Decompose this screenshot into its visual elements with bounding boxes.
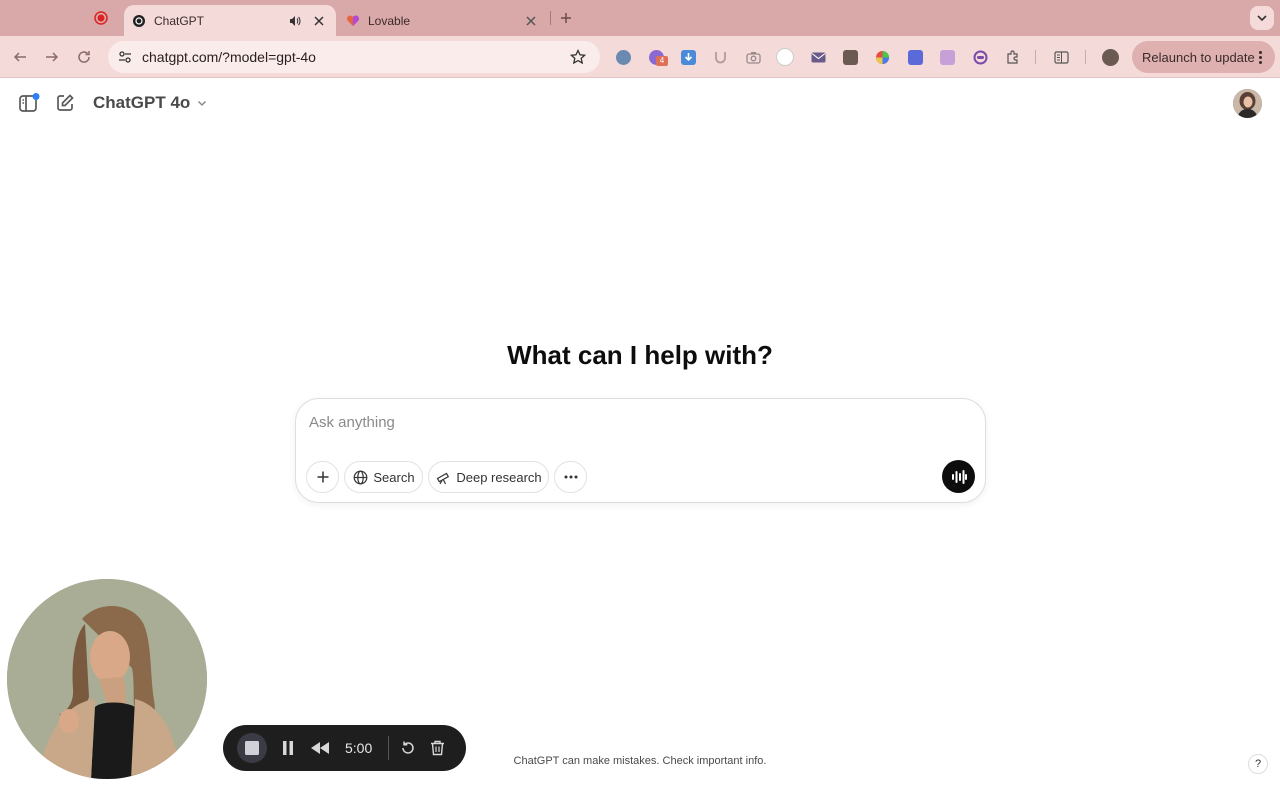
more-horizontal-icon [563, 469, 579, 485]
waveform-icon [951, 469, 967, 484]
image-icon[interactable] [937, 47, 957, 67]
recording-icon[interactable] [92, 9, 110, 27]
toolbar-divider [1035, 50, 1036, 64]
tab-divider [550, 11, 551, 25]
extension-badge: 4 [656, 56, 668, 66]
search-label: Search [373, 469, 415, 485]
tab-title: Lovable [368, 13, 411, 28]
voice-mode-button[interactable] [942, 460, 975, 493]
telescope-icon [435, 469, 451, 485]
tab-chatgpt[interactable]: ChatGPT [124, 5, 336, 36]
password-icon[interactable] [613, 47, 633, 67]
bookmark-star-icon[interactable] [570, 49, 586, 65]
new-tab-icon[interactable] [557, 9, 575, 27]
prompt-input[interactable] [309, 411, 929, 433]
model-label: ChatGPT 4o [93, 93, 191, 112]
tab-close-icon[interactable] [524, 14, 538, 28]
chevron-down-icon [1257, 15, 1267, 22]
search-button[interactable]: Search [344, 461, 423, 493]
u-icon[interactable] [710, 47, 730, 67]
url-text[interactable]: chatgpt.com/?model=gpt-4o [142, 49, 570, 65]
help-button[interactable]: ? [1248, 754, 1268, 774]
webcam-preview[interactable] [7, 579, 207, 779]
tab-lovable[interactable]: Lovable [338, 5, 548, 36]
toolbar-divider [1085, 50, 1086, 64]
lens-icon[interactable] [970, 47, 990, 67]
disclaimer-text: ChatGPT can make mistakes. Check importa… [513, 755, 767, 767]
extensions-icon[interactable] [1002, 47, 1022, 67]
back-icon[interactable] [10, 47, 30, 67]
translate-icon[interactable] [905, 47, 925, 67]
recording-timer: 5:00 [345, 740, 373, 756]
speaker-icon[interactable] [288, 14, 302, 28]
tab-close-icon[interactable] [312, 14, 326, 28]
plus-icon [315, 469, 331, 485]
deep-research-button[interactable]: Deep research [428, 461, 549, 493]
openai-icon [132, 14, 146, 28]
more-tools-button[interactable] [554, 461, 587, 493]
deep-research-label: Deep research [456, 469, 542, 485]
heart-icon [346, 14, 360, 28]
screen: ChatGPT Lovable chatgpt.com/?model=gpt-4… [0, 0, 1280, 788]
camera-icon[interactable] [743, 47, 763, 67]
tab-title: ChatGPT [154, 13, 205, 28]
relaunch-label: Relaunch to update [1142, 49, 1255, 65]
color-wheel-icon[interactable] [872, 47, 892, 67]
composer: Search Deep research [295, 398, 986, 503]
puzzle-badge-icon[interactable]: 4 [646, 47, 668, 67]
user-avatar[interactable] [1233, 89, 1262, 118]
reading-list-icon[interactable] [1051, 47, 1071, 67]
chevron-down-icon [196, 97, 208, 109]
tab-search-button[interactable] [1250, 6, 1274, 30]
site-settings-icon[interactable] [116, 48, 134, 66]
relaunch-button[interactable]: Relaunch to update [1132, 41, 1275, 73]
stop-icon [245, 741, 259, 755]
forward-icon[interactable] [42, 47, 62, 67]
doc-icon[interactable] [840, 47, 860, 67]
more-vertical-icon [1255, 50, 1265, 64]
new-chat-icon[interactable] [55, 93, 75, 113]
browser-toolbar: chatgpt.com/?model=gpt-4o 4 Relaunch to … [0, 36, 1280, 78]
profile-avatar-icon[interactable] [1100, 47, 1120, 67]
model-selector[interactable]: ChatGPT 4o [93, 93, 208, 113]
attach-button[interactable] [306, 461, 339, 493]
address-bar[interactable]: chatgpt.com/?model=gpt-4o [108, 41, 600, 73]
reload-icon[interactable] [74, 47, 94, 67]
gb-icon[interactable] [775, 47, 795, 67]
browser-tab-strip: ChatGPT Lovable [0, 0, 1280, 36]
sidebar-toggle-icon[interactable] [18, 92, 40, 114]
globe-icon [352, 469, 368, 485]
page-title: What can I help with? [507, 340, 773, 370]
download-icon[interactable] [678, 47, 698, 67]
mail-icon[interactable] [808, 47, 828, 67]
